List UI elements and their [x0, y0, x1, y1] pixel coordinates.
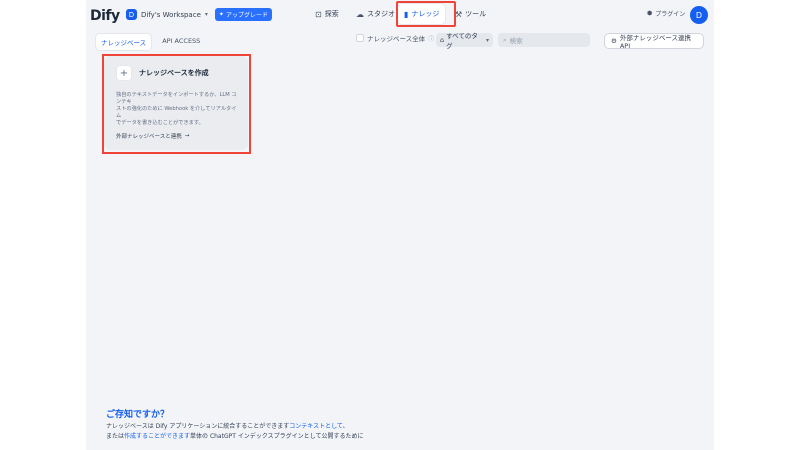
studio-icon: ☁	[356, 9, 364, 19]
nav-tools[interactable]: ⚒ ツール	[455, 4, 486, 24]
sparkle-icon: ✦	[218, 11, 224, 18]
wrench-icon: ⚒	[455, 9, 463, 19]
all-knowledge-label: ナレッジベース全体	[367, 35, 426, 43]
explore-icon: ⊡	[315, 9, 322, 19]
all-knowledge-toggle[interactable]: ナレッジベース全体 ⓘ	[356, 33, 434, 43]
tip-line-2: または作成することができます単体の ChatGPT インデックスプラグインとして…	[106, 431, 363, 440]
chevron-down-icon: ▾	[485, 36, 489, 44]
chevron-down-icon: ▾	[204, 11, 208, 18]
create-link[interactable]: 作成することができます	[124, 433, 190, 440]
gear-icon: ⚙	[611, 37, 617, 45]
create-card-highlight	[102, 54, 251, 154]
tip-line-1: ナレッジベースは Dify アプリケーションに統合することができますコンテキスト…	[106, 421, 349, 430]
external-knowledge-api-button[interactable]: ⚙ 外部ナレッジベース連携 API	[604, 33, 704, 50]
nav-tools-label: ツール	[465, 10, 487, 18]
user-avatar[interactable]: D	[690, 6, 708, 24]
upgrade-label: アップグレード	[225, 12, 268, 19]
plugin-icon: ⬢	[647, 10, 653, 17]
plugins-button[interactable]: ⬢ プラグイン	[647, 9, 685, 18]
workspace-avatar: D	[126, 9, 137, 20]
tag-icon: ⌂	[440, 36, 445, 44]
tip-text: または	[106, 433, 125, 440]
info-icon: ⓘ	[428, 35, 435, 43]
dify-logo[interactable]: Dify	[90, 8, 120, 24]
tip-text: 、	[342, 423, 349, 430]
knowledge-tabs: ナレッジベース API ACCESS	[96, 34, 205, 50]
nav-studio[interactable]: ☁ スタジオ	[356, 4, 395, 24]
nav-explore[interactable]: ⊡ 探索	[315, 4, 339, 24]
workspace-switcher[interactable]: D Dify's Workspace ▾ ✦ アップグレード	[126, 8, 272, 21]
nav-explore-label: 探索	[324, 10, 339, 18]
context-link[interactable]: コンテキストとして	[289, 423, 342, 430]
tab-api-access[interactable]: API ACCESS	[157, 34, 205, 50]
top-bar: Dify D Dify's Workspace ▾ ✦ アップグレード ⊡ 探索…	[86, 0, 714, 30]
upgrade-button[interactable]: ✦ アップグレード	[214, 8, 272, 21]
tip-text: ナレッジベースは Dify アプリケーションに統合することができます	[106, 423, 290, 430]
nav-studio-label: スタジオ	[367, 10, 395, 18]
all-knowledge-checkbox[interactable]	[356, 34, 364, 42]
app-window: Dify D Dify's Workspace ▾ ✦ アップグレード ⊡ 探索…	[86, 0, 714, 450]
search-placeholder: 検索	[509, 37, 523, 45]
search-icon: ⌕	[503, 35, 507, 44]
external-api-label: 外部ナレッジベース連携 API	[619, 34, 692, 50]
workspace-name: Dify's Workspace	[141, 10, 201, 19]
tag-filter-dropdown[interactable]: ⌂ すべてのタグ ▾	[436, 32, 493, 50]
tag-filter-label: すべてのタグ	[446, 32, 478, 50]
tips-heading: ご存知ですか？	[106, 410, 170, 420]
nav-knowledge-highlight	[396, 1, 456, 27]
tip-text: 単体の ChatGPT インデックスプラグインとして公開するために	[190, 433, 364, 440]
search-input[interactable]: ⌕ 検索	[498, 33, 590, 47]
tab-knowledge-base[interactable]: ナレッジベース	[96, 34, 152, 50]
plugins-label: プラグイン	[655, 11, 686, 18]
